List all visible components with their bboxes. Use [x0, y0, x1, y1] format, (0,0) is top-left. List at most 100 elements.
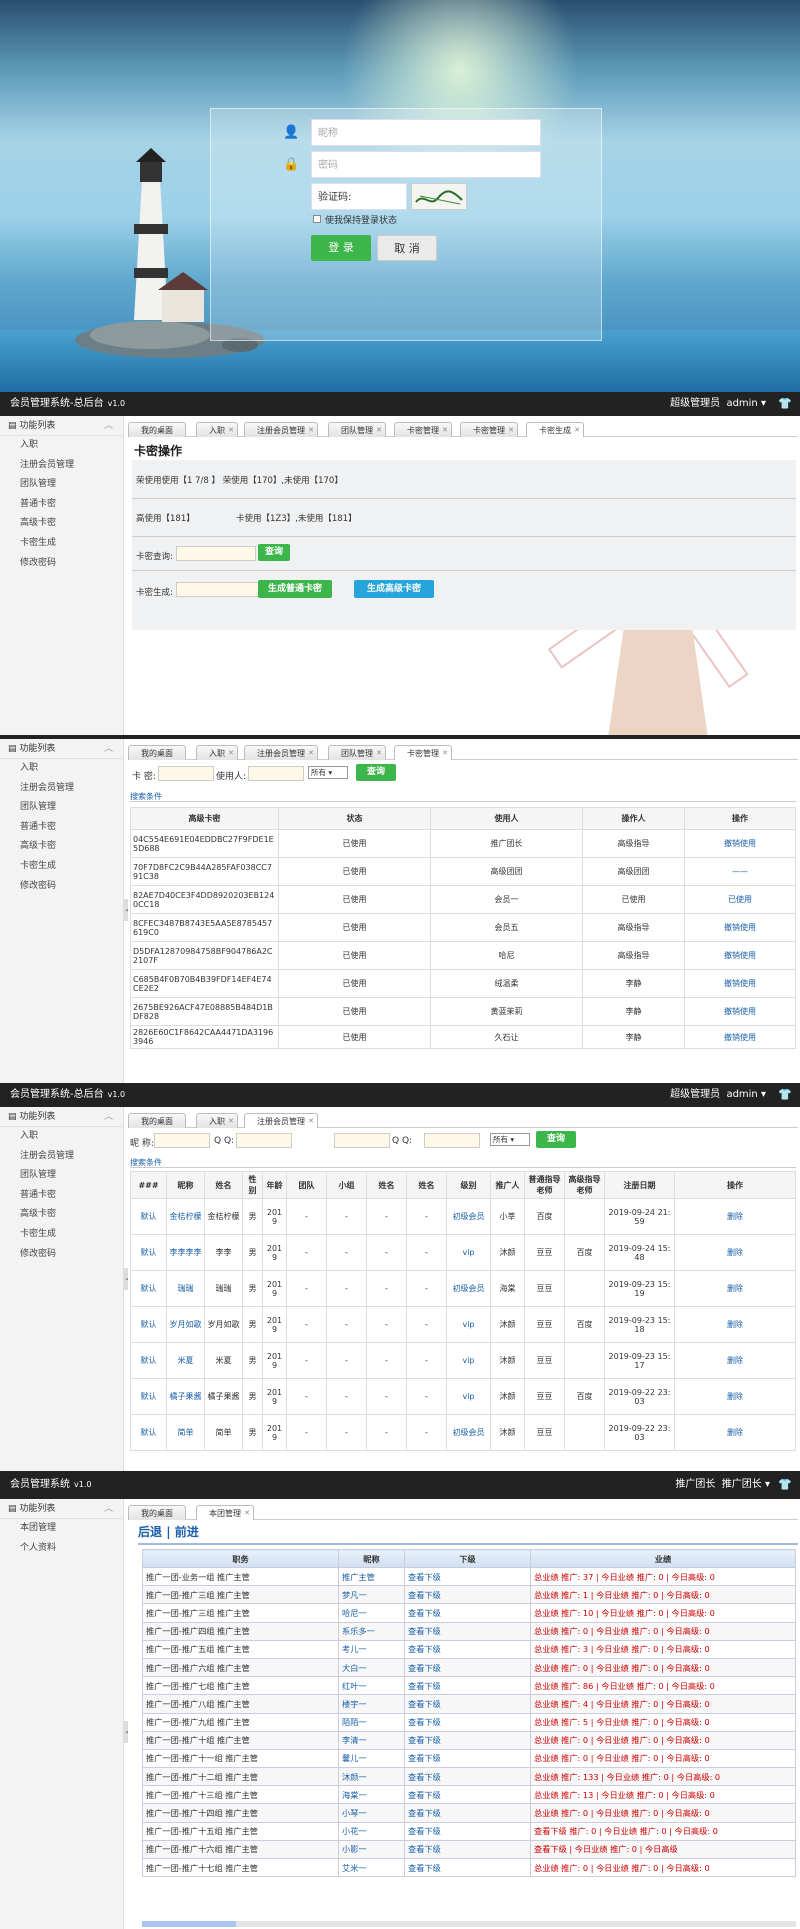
sidebar-item-members[interactable]: 注册会员管理: [0, 456, 123, 476]
sidebar-item-high-card[interactable]: 高级卡密: [0, 837, 123, 857]
sidebar-item-profile[interactable]: 个人资料: [0, 1539, 123, 1559]
delete-link[interactable]: 删除: [674, 1378, 796, 1415]
shirt-icon[interactable]: 👕: [778, 1083, 792, 1107]
shirt-icon[interactable]: 👕: [778, 1471, 792, 1499]
table-link[interactable]: 初级会员: [446, 1414, 491, 1451]
captcha-input[interactable]: 验证码:: [311, 183, 407, 210]
sidebar-item-normal-card[interactable]: 普通卡密: [0, 1186, 123, 1206]
table-link[interactable]: 金桔柠檬: [166, 1198, 205, 1235]
table-link[interactable]: 简单: [166, 1414, 205, 1451]
tab-card-2[interactable]: 卡密管理 ✕: [460, 422, 518, 437]
table-link[interactable]: 初级会员: [446, 1198, 491, 1235]
view-subordinates-link[interactable]: 查看下级: [404, 1821, 531, 1841]
close-icon[interactable]: ✕: [228, 746, 234, 761]
table-link[interactable]: 默认: [130, 1378, 167, 1415]
cancel-button[interactable]: 取 消: [377, 235, 437, 261]
table-link[interactable]: 默认: [130, 1270, 167, 1307]
shirt-icon[interactable]: 👕: [778, 392, 792, 416]
gen-normal-card-button[interactable]: 生成普通卡密: [258, 580, 332, 598]
sidebar-item-team[interactable]: 团队管理: [0, 798, 123, 818]
revoke-use-link[interactable]: 撤销使用: [684, 1025, 796, 1049]
table-link[interactable]: 默认: [130, 1306, 167, 1343]
sidebar-item-normal-card[interactable]: 普通卡密: [0, 818, 123, 838]
delete-link[interactable]: 删除: [674, 1270, 796, 1307]
member-nick-link[interactable]: 沐颜一: [338, 1767, 405, 1787]
table-link[interactable]: 米夏: [166, 1342, 205, 1379]
remember-checkbox[interactable]: [313, 215, 321, 223]
sidebar-item-card-gen[interactable]: 卡密生成: [0, 534, 123, 554]
member-nick-link[interactable]: 小琴一: [338, 1803, 405, 1823]
tab-card[interactable]: 卡密管理 ✕: [394, 745, 452, 760]
view-subordinates-link[interactable]: 查看下级: [404, 1566, 531, 1587]
user-menu[interactable]: 推广团长 推广团长 ▾: [675, 1471, 770, 1499]
nick-filter-input[interactable]: [154, 1133, 210, 1148]
member-nick-link[interactable]: 哈尼一: [338, 1603, 405, 1623]
login-button[interactable]: 登 录: [311, 235, 371, 261]
delete-link[interactable]: 删除: [674, 1306, 796, 1343]
close-icon[interactable]: ✕: [308, 1114, 314, 1129]
user-menu[interactable]: 超级管理员 admin ▾: [670, 392, 766, 416]
close-icon[interactable]: ✕: [508, 423, 514, 438]
sidebar-item-members[interactable]: 注册会员管理: [0, 1147, 123, 1167]
member-nick-link[interactable]: 大白一: [338, 1657, 405, 1678]
sidebar-item-password[interactable]: 修改密码: [0, 554, 123, 574]
sidebar-item-onboard[interactable]: 入职: [0, 1127, 123, 1147]
table-link[interactable]: vip: [446, 1342, 491, 1379]
member-nick-link[interactable]: 小花一: [338, 1821, 405, 1841]
captcha-image[interactable]: [411, 183, 467, 210]
member-query-button[interactable]: 查询: [536, 1131, 576, 1148]
delete-link[interactable]: 删除: [674, 1234, 796, 1271]
revoke-use-link[interactable]: 已使用: [684, 885, 796, 914]
delete-link[interactable]: 删除: [674, 1414, 796, 1451]
member-nick-link[interactable]: 系乐多一: [338, 1621, 405, 1641]
close-icon[interactable]: ✕: [244, 1506, 250, 1521]
horizontal-scrollbar[interactable]: [142, 1921, 796, 1927]
member-nick-link[interactable]: 楼宇一: [338, 1694, 405, 1714]
status-select[interactable]: 所有 ▾: [308, 766, 348, 779]
level-select[interactable]: 所有 ▾: [490, 1133, 530, 1146]
view-subordinates-link[interactable]: 查看下级: [404, 1603, 531, 1623]
revoke-use-link[interactable]: 撤销使用: [684, 969, 796, 998]
qq-filter-input[interactable]: [236, 1133, 292, 1148]
sidebar-item-onboard[interactable]: 入职: [0, 436, 123, 456]
view-subordinates-link[interactable]: 查看下级: [404, 1748, 531, 1769]
table-link[interactable]: 初级会员: [446, 1270, 491, 1307]
sidebar-item-high-card[interactable]: 高级卡密: [0, 514, 123, 534]
view-subordinates-link[interactable]: 查看下级: [404, 1585, 531, 1605]
close-icon[interactable]: ✕: [376, 746, 382, 761]
view-subordinates-link[interactable]: 查看下级: [404, 1785, 531, 1805]
member-nick-link[interactable]: 红叶一: [338, 1676, 405, 1696]
member-nick-link[interactable]: 梦凡一: [338, 1585, 405, 1605]
sidebar-item-password[interactable]: 修改密码: [0, 1245, 123, 1265]
member-nick-link[interactable]: 馨儿一: [338, 1748, 405, 1769]
sidebar-item-members[interactable]: 注册会员管理: [0, 779, 123, 799]
view-subordinates-link[interactable]: 查看下级: [404, 1767, 531, 1787]
table-link[interactable]: vip: [446, 1234, 491, 1271]
member-nick-link[interactable]: 小影一: [338, 1839, 405, 1860]
member-nick-link[interactable]: 陌陌一: [338, 1712, 405, 1732]
tab-card-1[interactable]: 卡密管理 ✕: [394, 422, 452, 437]
sidebar-item-password[interactable]: 修改密码: [0, 877, 123, 897]
tab-team[interactable]: 团队管理 ✕: [328, 745, 386, 760]
tab-team-manage[interactable]: 本团管理 ✕: [196, 1505, 254, 1520]
revoke-use-link[interactable]: 撤销使用: [684, 913, 796, 942]
forward-link[interactable]: 前进: [175, 1525, 199, 1539]
close-icon[interactable]: ✕: [228, 423, 234, 438]
table-link[interactable]: 默认: [130, 1342, 167, 1379]
view-subordinates-link[interactable]: 查看下级: [404, 1694, 531, 1714]
tab-card-gen[interactable]: 卡密生成 ✕: [526, 422, 584, 437]
sidebar-item-team[interactable]: 团队管理: [0, 1166, 123, 1186]
username-input[interactable]: 昵称: [311, 119, 541, 146]
sidebar-item-card-gen[interactable]: 卡密生成: [0, 1225, 123, 1245]
card-query-button[interactable]: 查询: [258, 544, 290, 561]
sidebar-item-normal-card[interactable]: 普通卡密: [0, 495, 123, 515]
close-icon[interactable]: ✕: [376, 423, 382, 438]
table-link[interactable]: 默认: [130, 1198, 167, 1235]
close-icon[interactable]: ✕: [574, 423, 580, 438]
table-link[interactable]: 默认: [130, 1414, 167, 1451]
tab-desktop[interactable]: 我的桌面: [128, 1113, 186, 1128]
tab-members[interactable]: 注册会员管理 ✕: [244, 422, 318, 437]
revoke-use-link[interactable]: 撤销使用: [684, 941, 796, 970]
back-link[interactable]: 后退: [138, 1525, 162, 1539]
close-icon[interactable]: ✕: [442, 746, 448, 761]
